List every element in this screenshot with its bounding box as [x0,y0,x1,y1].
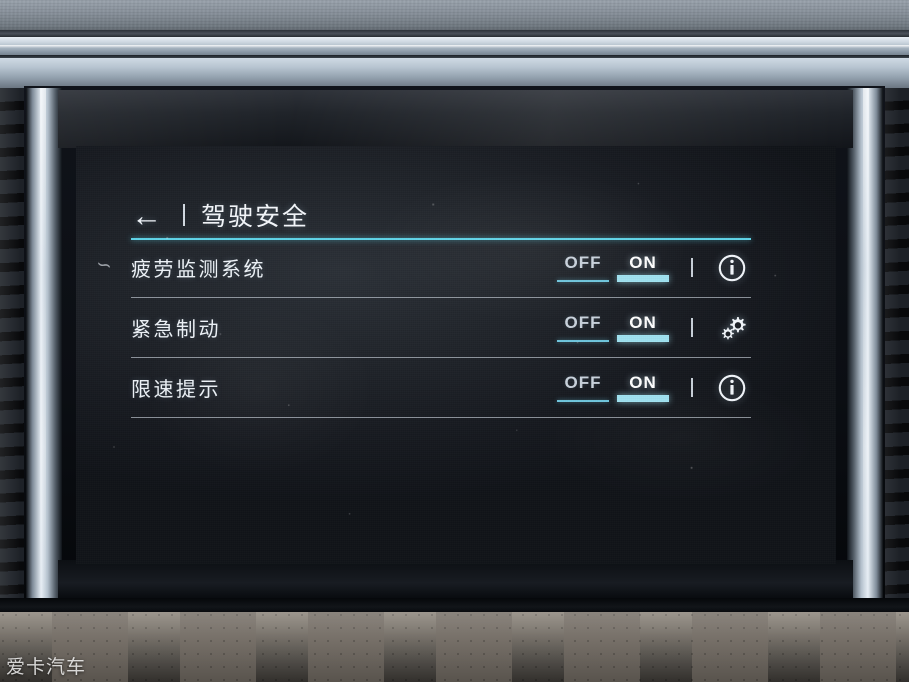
toggle-switch[interactable]: OFF ON [557,373,669,402]
settings-gears-icon[interactable] [713,309,751,347]
toggle-off-label: OFF [564,313,602,332]
watermark: 爱卡汽车 [6,657,87,678]
setting-label: 限速提示 [131,379,221,401]
screen-bezel-chrome-right [847,88,883,600]
toggle-on-bar [617,335,669,342]
toggle-on-label: ON [629,253,657,272]
toggle-on-bar [617,275,669,282]
toggle-option-on[interactable]: ON [617,373,669,402]
settings-list: 疲劳监测系统 OFF ON 紧急制动 OFF ON 限速提示 OFF ON [131,238,751,418]
toggle-option-on[interactable]: ON [617,253,669,282]
screen-bezel-chrome-left [26,88,62,600]
row-divider [691,318,693,337]
row-divider [691,258,693,277]
info-icon[interactable] [713,249,751,287]
screen-bezel-bottom [58,560,853,602]
page-title: 驾驶安全 [201,203,310,231]
speaker-grille-sheen [0,612,909,682]
info-icon[interactable] [713,369,751,407]
list-item[interactable]: 限速提示 OFF ON [131,358,751,418]
lcd-display[interactable]: ← 驾驶安全 疲劳监测系统 OFF ON 紧急制动 OFF ON 限速提示 OF… [76,146,836,564]
toggle-off-bar [557,340,609,342]
chrome-trim-lower [0,58,909,88]
setting-label: 紧急制动 [131,319,221,341]
toggle-off-bar [557,280,609,282]
toggle-option-off[interactable]: OFF [557,373,609,402]
toggle-option-on[interactable]: ON [617,313,669,342]
toggle-on-label: ON [629,373,657,392]
setting-label: 疲劳监测系统 [131,259,266,281]
dashboard-top-surface [0,0,909,34]
list-item[interactable]: 疲劳监测系统 OFF ON [131,238,751,298]
toggle-option-off[interactable]: OFF [557,253,609,282]
toggle-on-bar [617,395,669,402]
screen-bezel-top-gloss [58,90,853,148]
toggle-off-label: OFF [564,373,602,392]
toggle-off-bar [557,400,609,402]
infotainment-photo: ← 驾驶安全 疲劳监测系统 OFF ON 紧急制动 OFF ON 限速提示 OF… [0,0,909,682]
dashboard-grain-texture [0,0,909,34]
list-item[interactable]: 紧急制动 OFF ON [131,298,751,358]
speaker-grille [0,612,909,682]
back-arrow-icon[interactable]: ← [131,200,162,231]
driving-safety-menu: ← 驾驶安全 疲劳监测系统 OFF ON 紧急制动 OFF ON 限速提示 OF… [76,146,836,564]
toggle-off-label: OFF [564,253,602,272]
toggle-on-label: ON [629,313,657,332]
header-divider [183,204,185,226]
toggle-switch[interactable]: OFF ON [557,253,669,282]
toggle-switch[interactable]: OFF ON [557,313,669,342]
toggle-option-off[interactable]: OFF [557,313,609,342]
menu-header: ← 驾驶安全 [131,194,751,236]
screen-bezel-top [58,90,853,148]
row-divider [691,378,693,397]
